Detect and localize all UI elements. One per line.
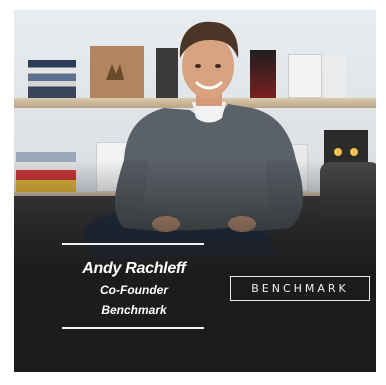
benchmark-logo: BENCHMARK (230, 276, 370, 301)
background-photo (14, 10, 376, 372)
divider-top (62, 243, 204, 245)
person-title: Co-Founder (100, 283, 168, 297)
divider-bottom (62, 327, 204, 329)
profile-card: Andy Rachleff Co-Founder Benchmark BENCH… (14, 10, 376, 372)
person-company: Benchmark (101, 303, 167, 317)
logo-text: BENCHMARK (251, 282, 349, 295)
person-name: Andy Rachleff (82, 260, 186, 277)
